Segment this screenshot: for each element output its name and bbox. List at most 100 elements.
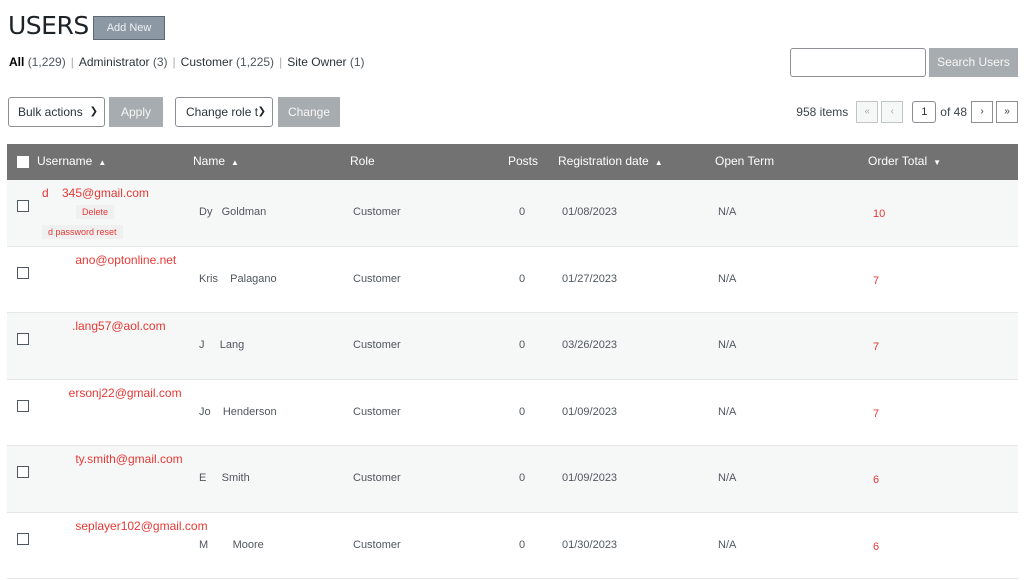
filter-all-count: (1,229)	[27, 55, 66, 69]
row-email[interactable]: d 345@gmail.com	[42, 186, 149, 200]
row-role: Customer	[353, 272, 401, 285]
row-order-total: 10	[873, 208, 886, 220]
filter-separator: |	[70, 55, 74, 69]
row-order-total: 6	[873, 540, 880, 553]
row-registration-date: 01/30/2023	[562, 538, 618, 551]
row-email[interactable]: ersonj22@gmail.com	[42, 386, 182, 400]
table-row: ersonj22@gmail.com Jo Henderson Customer…	[7, 380, 1018, 446]
row-posts: 0	[519, 272, 526, 285]
column-name-label: Name	[193, 154, 226, 168]
table-row: d 345@gmail.com Delete d password reset …	[7, 180, 1018, 247]
sort-desc-icon: ▼	[933, 158, 942, 167]
sort-asc-icon: ▲	[231, 158, 239, 167]
first-page-icon: «	[856, 101, 879, 123]
filter-all[interactable]: All (1,229)	[9, 55, 66, 69]
bulk-actions-value: Bulk actions	[18, 105, 83, 119]
next-page-button[interactable]: ›	[971, 101, 993, 123]
row-role: Customer	[353, 472, 401, 484]
password-reset-link[interactable]: d password reset	[42, 225, 123, 239]
row-open-term: N/A	[718, 538, 737, 551]
column-registration-date[interactable]: Registration date ▲	[558, 144, 663, 180]
row-checkbox[interactable]	[17, 466, 29, 478]
row-checkbox[interactable]	[17, 399, 29, 412]
row-checkbox[interactable]	[17, 333, 29, 345]
apply-button[interactable]: Apply	[109, 97, 163, 127]
row-posts: 0	[519, 538, 526, 551]
filter-customer-label: Customer	[180, 55, 233, 69]
add-new-button[interactable]: Add New	[92, 16, 166, 40]
filter-site-owner-label: Site Owner	[287, 55, 347, 69]
filter-administrator-count: (3)	[152, 55, 168, 69]
page-title: USERS	[8, 11, 89, 40]
total-pages: of 48	[940, 105, 967, 119]
filter-all-label: All	[9, 55, 25, 69]
filter-administrator-label: Administrator	[78, 55, 150, 69]
row-open-term: N/A	[718, 472, 737, 484]
row-name: E Smith	[199, 472, 250, 484]
filter-customer-count: (1,225)	[236, 55, 275, 69]
filter-administrator[interactable]: Administrator (3)	[79, 55, 168, 69]
column-open-term: Open Term	[715, 154, 775, 168]
row-email[interactable]: .lang57@aol.com	[42, 319, 166, 333]
change-role-button[interactable]: Change	[278, 97, 340, 127]
row-email[interactable]: seplayer102@gmail.com	[42, 519, 207, 533]
row-role: Customer	[353, 538, 401, 551]
table-row: .lang57@aol.com J Lang Customer 0 03/26/…	[7, 313, 1018, 380]
column-registration-label: Registration date	[558, 154, 649, 168]
filter-separator: |	[279, 55, 283, 69]
column-name[interactable]: Name ▲	[193, 144, 239, 180]
last-page-button[interactable]: »	[996, 101, 1018, 123]
column-posts: Posts	[508, 154, 539, 168]
table-row: ty.smith@gmail.com E Smith Customer 0 01…	[7, 446, 1018, 513]
row-registration-date: 03/26/2023	[562, 339, 618, 351]
page-header: USERS Add New	[8, 11, 166, 40]
row-open-term: N/A	[718, 405, 737, 418]
row-order-total: 6	[873, 474, 880, 486]
row-order-total: 7	[873, 407, 880, 420]
row-posts: 0	[519, 206, 526, 218]
role-filter-links: All (1,229) | Administrator (3) | Customer (…	[9, 55, 365, 69]
row-order-total: 7	[873, 341, 880, 353]
table-header: Username ▲ Name ▲ Role Posts Registration …	[7, 144, 1018, 180]
row-role: Customer	[353, 206, 401, 218]
change-role-select[interactable]: Change role t ❯	[175, 97, 273, 127]
row-registration-date: 01/09/2023	[562, 405, 618, 418]
chevron-down-icon: ❯	[89, 106, 98, 117]
change-role-value: Change role t	[186, 105, 259, 119]
row-checkbox[interactable]	[17, 532, 29, 545]
column-username[interactable]: Username ▲	[37, 144, 106, 180]
filter-customer[interactable]: Customer (1,225)	[181, 55, 274, 69]
table-row: seplayer102@gmail.com M Moore Customer 0…	[7, 513, 1018, 579]
select-all-checkbox[interactable]	[17, 156, 29, 168]
row-role: Customer	[353, 405, 401, 418]
row-registration-date: 01/27/2023	[562, 272, 618, 285]
chevron-down-icon: ❯	[257, 106, 266, 117]
row-open-term: N/A	[718, 272, 737, 285]
row-name: Jo Henderson	[199, 405, 277, 418]
current-page-input[interactable]: 1	[912, 101, 937, 123]
row-role: Customer	[353, 339, 401, 351]
row-posts: 0	[519, 472, 526, 484]
row-open-term: N/A	[718, 206, 737, 218]
row-checkbox[interactable]	[17, 266, 29, 279]
row-name: Dy Goldman	[199, 206, 267, 218]
bulk-actions-select[interactable]: Bulk actions ❯	[8, 97, 105, 127]
search-users-button[interactable]: Search Users	[929, 48, 1018, 77]
row-email[interactable]: ty.smith@gmail.com	[42, 452, 182, 466]
column-order-total[interactable]: Order Total ▼	[868, 144, 941, 180]
table-nav-top: Bulk actions ❯ Apply Change role t ❯ Cha…	[0, 97, 1024, 127]
column-username-label: Username	[37, 154, 93, 168]
row-posts: 0	[519, 339, 526, 351]
row-email[interactable]: ano@optonline.net	[42, 253, 176, 267]
row-posts: 0	[519, 405, 526, 418]
row-open-term: N/A	[718, 339, 737, 351]
table-row: ano@optonline.net Kris Palagano Customer…	[7, 247, 1018, 313]
search-input[interactable]	[790, 48, 926, 77]
row-checkbox[interactable]	[17, 200, 29, 212]
row-name: Kris Palagano	[199, 272, 277, 285]
row-order-total: 7	[873, 274, 880, 287]
delete-link[interactable]: Delete	[76, 205, 115, 219]
row-name: M Moore	[199, 538, 264, 551]
prev-page-icon: ‹	[881, 101, 904, 123]
filter-site-owner[interactable]: Site Owner (1)	[287, 55, 364, 69]
